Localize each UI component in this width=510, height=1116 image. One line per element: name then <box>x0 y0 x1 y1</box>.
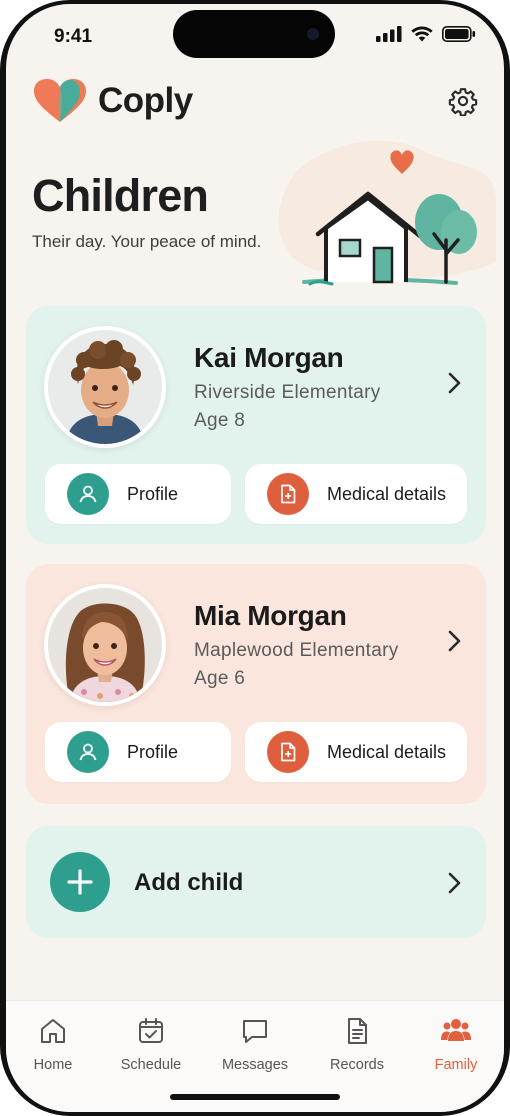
child-age: Age 6 <box>194 668 246 689</box>
gear-icon <box>448 88 478 116</box>
camera-icon <box>307 28 319 40</box>
add-child-button[interactable]: Add child <box>26 826 486 938</box>
plus-icon <box>50 852 110 912</box>
status-icons <box>376 26 476 42</box>
chevron-right-icon[interactable] <box>444 370 464 396</box>
brand: Coply <box>32 78 193 124</box>
avatar <box>44 326 166 448</box>
add-child-label: Add child <box>134 869 244 896</box>
page-title: Children <box>32 170 209 221</box>
medical-document-icon <box>267 473 309 515</box>
tab-home[interactable]: Home <box>8 1015 98 1073</box>
medical-details-button[interactable]: Medical details <box>245 722 467 782</box>
tab-records[interactable]: Records <box>312 1015 402 1073</box>
tab-family[interactable]: Family <box>411 1015 501 1073</box>
person-icon <box>67 473 109 515</box>
child-school: Maplewood Elementary <box>194 640 399 661</box>
tab-schedule[interactable]: Schedule <box>106 1015 196 1073</box>
home-icon <box>41 1019 65 1043</box>
tab-label: Records <box>330 1057 384 1073</box>
signal-icon <box>376 26 402 42</box>
home-indicator[interactable] <box>170 1094 340 1100</box>
tab-label: Family <box>434 1057 478 1073</box>
tab-label: Messages <box>221 1057 289 1073</box>
child-photo-boy <box>48 330 162 444</box>
child-card-kai[interactable]: Kai Morgan Riverside Elementary Age 8 Pr… <box>26 306 486 544</box>
medical-document-icon <box>267 731 309 773</box>
calendar-icon <box>139 1018 163 1043</box>
child-name: Mia Morgan <box>194 600 347 631</box>
wifi-icon <box>411 26 433 42</box>
chevron-right-icon <box>448 872 461 894</box>
profile-label: Profile <box>127 483 179 504</box>
child-photo-girl <box>48 588 162 702</box>
medical-label: Medical details <box>327 483 447 504</box>
document-icon <box>348 1018 367 1044</box>
app-name: Coply <box>98 81 193 120</box>
profile-label: Profile <box>127 741 179 762</box>
settings-button[interactable] <box>446 84 480 118</box>
tab-label: Home <box>33 1057 73 1073</box>
person-icon <box>67 731 109 773</box>
avatar <box>44 584 166 706</box>
child-school: Riverside Elementary <box>194 382 381 403</box>
medical-details-button[interactable]: Medical details <box>245 464 467 524</box>
house-illustration <box>278 140 496 286</box>
profile-button[interactable]: Profile <box>45 722 231 782</box>
child-name: Kai Morgan <box>194 342 344 373</box>
child-card-mia[interactable]: Mia Morgan Maplewood Elementary Age 6 Pr… <box>26 564 486 804</box>
battery-icon <box>442 26 476 42</box>
medical-label: Medical details <box>327 741 447 762</box>
chevron-right-icon[interactable] <box>444 628 464 654</box>
app-screen: 9:41 Coply Children Their day. Your peac… <box>6 4 504 1112</box>
profile-button[interactable]: Profile <box>45 464 231 524</box>
chat-icon <box>243 1020 267 1043</box>
phone-frame: 9:41 Coply Children Their day. Your peac… <box>0 0 510 1116</box>
tab-label: Schedule <box>120 1057 182 1073</box>
tab-messages[interactable]: Messages <box>210 1015 300 1073</box>
family-icon <box>441 1019 471 1041</box>
page-subtitle: Their day. Your peace of mind. <box>32 232 262 251</box>
child-age: Age 8 <box>194 410 246 431</box>
dynamic-island <box>173 10 335 58</box>
status-time: 9:41 <box>54 26 93 47</box>
logo-heart-icon <box>34 79 86 122</box>
